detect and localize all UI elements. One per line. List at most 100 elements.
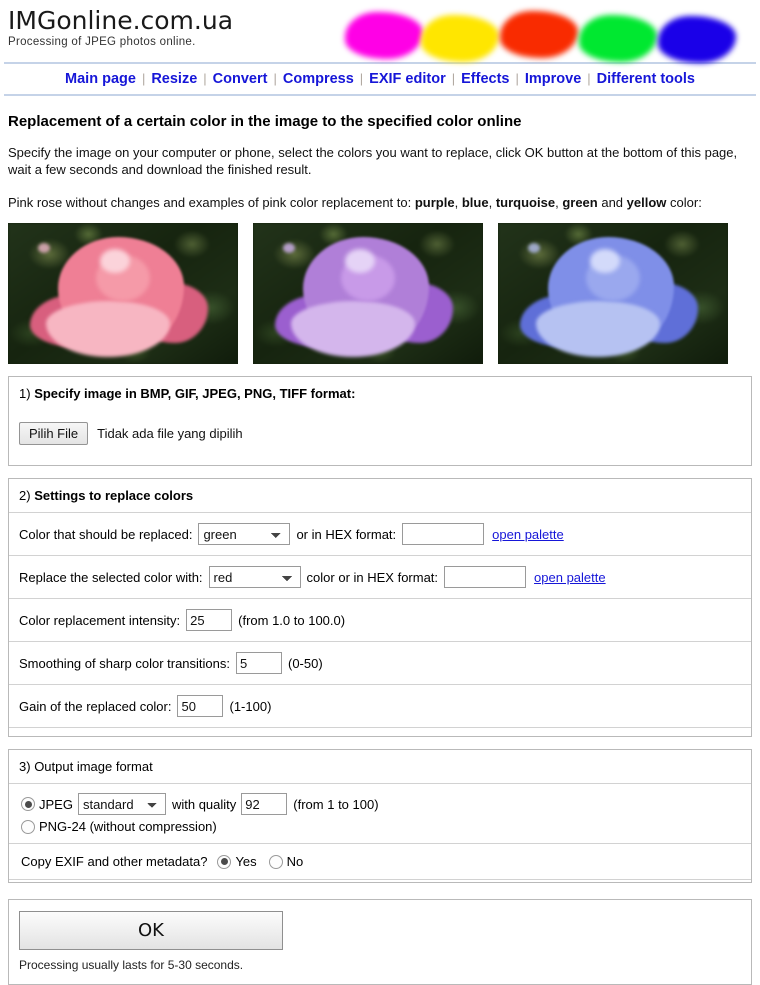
exif-question-label: Copy EXIF and other metadata? — [21, 854, 208, 869]
row-smoothing: Smoothing of sharp color transitions: (0… — [9, 641, 751, 684]
section2-bottom-spacer — [9, 728, 751, 736]
jpeg-radio[interactable] — [21, 797, 35, 811]
intensity-input[interactable] — [186, 609, 233, 631]
brand-subtitle: Processing of JPEG photos online. — [8, 36, 196, 48]
smoothing-hint: (0-50) — [288, 655, 323, 671]
nav-item-compress[interactable]: Compress — [279, 71, 358, 87]
logo-blob-magenta-shape — [345, 12, 424, 59]
section3-number: 3) — [19, 759, 31, 774]
sample-image-blue-rose — [498, 223, 728, 364]
intensity-label: Color replacement intensity: — [19, 612, 181, 628]
exif-yes-label: Yes — [235, 854, 257, 869]
section3-title: 3) Output image format — [9, 750, 751, 783]
jpeg-quality-input[interactable] — [241, 793, 288, 815]
caption-comma: , — [454, 195, 459, 210]
nav-item-resize[interactable]: Resize — [147, 71, 201, 87]
logo-color-blobs — [345, 8, 745, 66]
jpeg-option-row[interactable]: JPEG standardprogressive with quality (f… — [21, 793, 741, 815]
section1-title: 1) Specify image in BMP, GIF, JPEG, PNG,… — [9, 377, 751, 410]
ok-button[interactable]: OK — [19, 911, 283, 950]
nav-item-different-tools[interactable]: Different tools — [593, 71, 699, 87]
jpeg-label: JPEG — [39, 796, 73, 812]
section1-number: 1) — [19, 386, 31, 401]
nav-item-main-page[interactable]: Main page — [61, 71, 140, 87]
gain-label: Gain of the replaced color: — [19, 698, 172, 714]
examples-caption-suffix: color: — [670, 195, 702, 210]
examples-caption: Pink rose without changes and examples o… — [8, 194, 752, 211]
nav-separator: | — [273, 71, 277, 86]
exif-no-option[interactable]: No — [268, 854, 303, 869]
logo-blob-red-icon — [500, 11, 579, 58]
choose-file-button[interactable]: Pilih File — [19, 422, 89, 445]
open-palette-link-to[interactable]: open palette — [534, 570, 606, 585]
rose-bud-dot — [283, 243, 295, 253]
replacement-color-label: Replace the selected color with: — [19, 569, 203, 585]
color-to-replace-hex-input[interactable] — [402, 523, 485, 545]
page-title: Replacement of a certain color in the im… — [8, 113, 522, 130]
exif-yes-option[interactable]: Yes — [217, 854, 257, 869]
section3-title-text: Output image format — [34, 759, 153, 774]
section-specify-image: 1) Specify image in BMP, GIF, JPEG, PNG,… — [8, 376, 752, 466]
exif-no-radio[interactable] — [268, 854, 283, 869]
brand-title: IMGonline.com.ua — [8, 6, 234, 35]
png-radio[interactable] — [21, 819, 35, 834]
caption-and: and — [601, 195, 624, 210]
nav-separator: | — [515, 71, 519, 86]
section2-number: 2) — [19, 488, 31, 503]
gain-input[interactable] — [177, 695, 224, 717]
rose-highlight — [590, 249, 620, 273]
nav-separator: | — [451, 71, 456, 86]
sample-image-pink-rose — [8, 223, 238, 364]
nav-item-exif-editor[interactable]: EXIF editor — [365, 71, 450, 87]
page-root: IMGonline.com.ua Processing of JPEG phot… — [0, 0, 760, 985]
logo-blob-yellow-shape — [421, 15, 500, 62]
rose-highlight — [100, 249, 130, 273]
brand: IMGonline.com.ua Processing of JPEG phot… — [8, 6, 233, 48]
nav-separator: | — [203, 71, 207, 86]
nav-item-improve[interactable]: Improve — [521, 71, 585, 87]
logo-blob-red-shape — [500, 11, 579, 58]
row-replacement-color: Replace the selected color with: redoran… — [9, 555, 751, 598]
jpeg-quality-label: with quality — [171, 796, 237, 812]
logo-blob-green-icon — [579, 15, 658, 62]
file-input-row: Pilih File Tidak ada file yang dipilih — [9, 410, 751, 465]
examples-caption-prefix: Pink rose without changes and examples o… — [8, 195, 412, 210]
page-intro-line1: Specify the image on your computer or ph… — [8, 145, 738, 160]
open-palette-link-from[interactable]: open palette — [492, 527, 564, 542]
jpeg-mode-select[interactable]: standardprogressive — [77, 793, 166, 815]
replacement-color-hex-label: color or in HEX format: — [306, 569, 439, 585]
section1-title-text: Specify image in BMP, GIF, JPEG, PNG, TI… — [34, 386, 356, 401]
examples-color-green: green — [562, 195, 598, 210]
smoothing-input[interactable] — [236, 652, 282, 674]
format-options: JPEG standardprogressive with quality (f… — [9, 783, 751, 843]
examples-color-purple: purple — [414, 195, 455, 210]
replacement-color-hex-input[interactable] — [444, 566, 527, 588]
replacement-color-select[interactable]: redorangeyellowgreenturquoisebluepurplep… — [208, 566, 301, 588]
file-status-label: Tidak ada file yang dipilih — [97, 426, 243, 441]
sample-image-purple-rose — [253, 223, 483, 364]
caption-comma: , — [555, 195, 559, 210]
submit-panel: OK Processing usually lasts for 5-30 sec… — [8, 899, 752, 985]
jpeg-quality-hint: (from 1 to 100) — [293, 796, 379, 812]
intensity-hint: (from 1.0 to 100.0) — [238, 612, 346, 628]
examples-color-blue: blue — [461, 195, 489, 210]
row-replacement-intensity: Color replacement intensity: (from 1.0 t… — [9, 598, 751, 641]
nav-separator: | — [587, 71, 591, 86]
nav-item-convert[interactable]: Convert — [209, 71, 272, 87]
processing-note: Processing usually lasts for 5-30 second… — [19, 958, 244, 972]
row-gain: Gain of the replaced color: (1-100) — [9, 684, 751, 728]
exif-yes-radio[interactable] — [217, 854, 232, 869]
nav-item-effects[interactable]: Effects — [457, 71, 513, 87]
rose-bud-dot — [528, 243, 540, 253]
examples-color-turquoise: turquoise — [495, 195, 556, 210]
section-replace-settings: 2) Settings to replace colors Color that… — [8, 478, 752, 737]
section3-bottom-rule — [9, 879, 751, 882]
examples-color-yellow: yellow — [626, 195, 667, 210]
color-to-replace-select[interactable]: redorangeyellowgreenturquoisebluepurplep… — [198, 523, 291, 545]
main-navigation: Main page | Resize | Convert | Compress | EXIF e… — [4, 62, 756, 96]
smoothing-label: Smoothing of sharp color transitions: — [19, 655, 230, 671]
row-exif: Copy EXIF and other metadata? Yes No — [9, 843, 751, 879]
png-option-row[interactable]: PNG-24 (without compression) — [21, 819, 741, 834]
logo-blob-blue-shape — [658, 16, 737, 63]
rose-highlight — [345, 249, 375, 273]
